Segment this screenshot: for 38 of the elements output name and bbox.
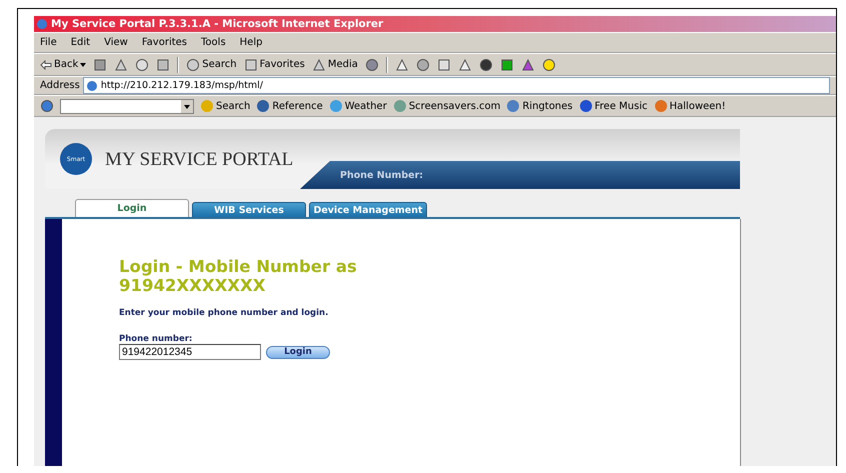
login-heading: Login - Mobile Number as 91942XXXXXXX — [119, 257, 358, 295]
back-arrow-icon — [40, 60, 52, 70]
phone-input[interactable]: 919422012345 — [119, 344, 261, 360]
toolbar-icon[interactable] — [312, 58, 326, 72]
menu-item[interactable]: Tools — [201, 37, 226, 48]
login-button[interactable]: Login — [266, 346, 330, 358]
caret-icon[interactable] — [80, 62, 86, 66]
link-button[interactable]: Weather — [328, 99, 387, 113]
link-button[interactable]: Search — [200, 99, 250, 113]
link-button[interactable]: Free Music — [578, 99, 648, 113]
menu-item[interactable]: File — [40, 37, 57, 48]
search-combo[interactable] — [60, 98, 194, 114]
menu-item[interactable]: Help — [240, 37, 262, 48]
toolbar-button[interactable]: Favorites — [244, 58, 305, 72]
link-button[interactable]: Reference — [256, 99, 323, 113]
link-button[interactable]: Screensavers.com — [392, 99, 500, 113]
address-field[interactable]: http://210.212.179.183/msp/html/ — [82, 77, 830, 94]
window-title: My Service Portal P.3.3.1.A - Microsoft Internet Explorer — [51, 18, 384, 30]
toolbar-icon[interactable] — [186, 58, 200, 72]
link-button[interactable]: Halloween! — [654, 99, 726, 113]
dropdown-icon[interactable] — [181, 100, 193, 112]
brand-title: MY SERVICE PORTAL — [105, 149, 294, 171]
header-banner: Phone Number: — [300, 161, 740, 189]
address-label: Address — [40, 80, 80, 91]
link-button[interactable]: Ringtones — [506, 99, 573, 113]
instruction-text: Enter your mobile phone number and login. — [119, 308, 330, 318]
toolbar-button[interactable]: Media — [312, 58, 358, 72]
menu-item[interactable]: View — [104, 37, 128, 48]
field-label: Phone number: — [119, 334, 194, 344]
toolbar-button[interactable]: Search — [186, 58, 237, 72]
tab[interactable]: Device Management — [309, 202, 427, 217]
tab[interactable]: Login — [75, 199, 189, 217]
menu-item[interactable]: Edit — [70, 37, 90, 48]
tab[interactable]: WIB Services — [192, 202, 306, 217]
toolbar-icon[interactable] — [244, 58, 258, 72]
menu-item[interactable]: Favorites — [142, 37, 188, 48]
back-button[interactable]: Back — [40, 59, 86, 70]
browser-icon — [36, 18, 48, 30]
